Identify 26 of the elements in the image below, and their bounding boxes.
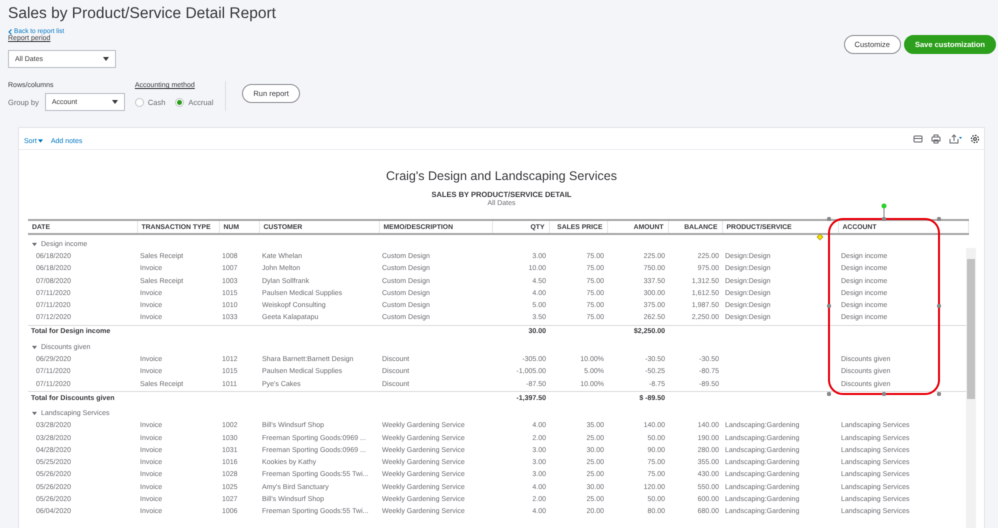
radio-button[interactable] [175,98,184,106]
rotation-handle[interactable] [882,204,886,218]
resize-handle[interactable] [882,392,886,396]
company-name: Craig's Design and Landscaping Services [385,169,618,183]
resize-handle[interactable] [937,217,941,221]
caret-icon [32,344,37,350]
caret-icon [38,139,43,143]
resize-handle[interactable] [827,392,831,396]
report-title: Sales by Product/Service Detail Report [8,5,277,23]
settings-icon[interactable] [970,134,980,144]
adjust-handle[interactable] [816,234,824,240]
caret-icon [112,100,118,104]
radio-button[interactable] [134,98,144,106]
export-icon[interactable] [949,134,962,144]
resize-handle[interactable] [827,304,831,308]
caret-icon [32,242,37,246]
resize-handle[interactable] [882,217,886,221]
print-icon[interactable] [931,134,941,144]
chevron-icon [8,28,12,34]
resize-handle[interactable] [937,392,941,396]
resize-handle[interactable] [937,304,941,308]
scrollbar[interactable] [966,248,976,528]
resize-handle[interactable] [827,217,831,221]
email-icon[interactable] [913,134,923,144]
caret-icon [32,410,37,416]
caret-icon [103,57,109,61]
